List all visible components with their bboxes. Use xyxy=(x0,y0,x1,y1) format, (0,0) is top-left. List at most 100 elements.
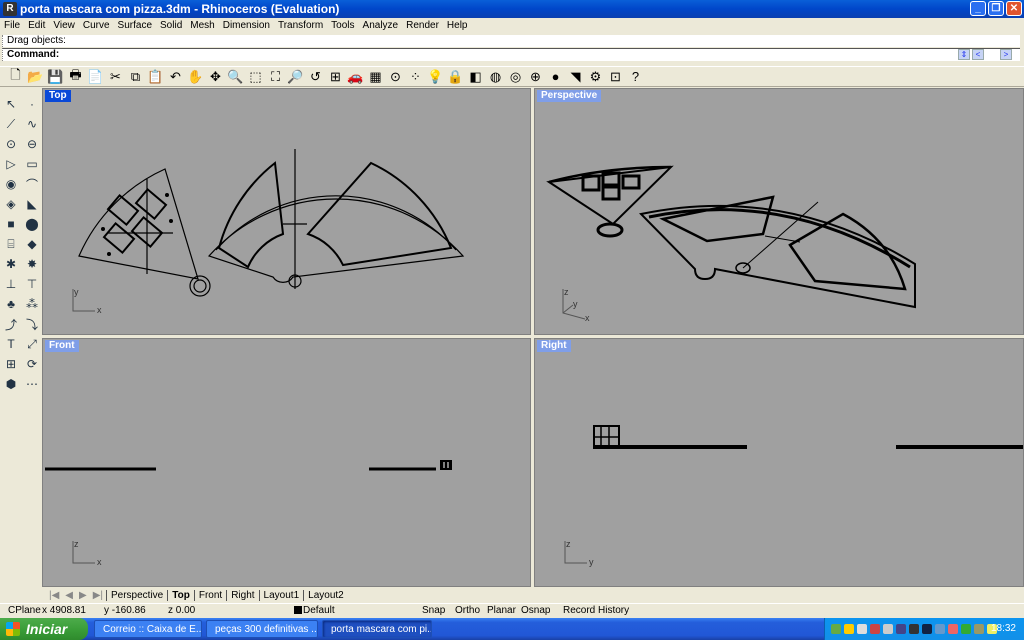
layers-icon[interactable]: ◧ xyxy=(466,67,485,86)
text-icon[interactable]: T xyxy=(1,334,21,354)
help-icon[interactable]: ? xyxy=(626,67,645,86)
solid-icon[interactable]: ⬢ xyxy=(1,374,21,394)
tab-right[interactable]: Right xyxy=(226,590,258,601)
restore-button[interactable]: ❐ xyxy=(988,1,1004,16)
tab-top[interactable]: Top xyxy=(167,590,194,601)
light-icon[interactable]: 💡 xyxy=(426,67,445,86)
tray-icon[interactable] xyxy=(935,624,945,634)
menu-dimension[interactable]: Dimension xyxy=(219,20,274,31)
save-icon[interactable]: 💾 xyxy=(46,67,65,86)
menu-analyze[interactable]: Analyze xyxy=(359,20,403,31)
tray-icon[interactable] xyxy=(831,624,841,634)
tab-front[interactable]: Front xyxy=(193,590,226,601)
taskbar-item[interactable]: Correio :: Caixa de E... xyxy=(94,620,202,638)
osnap-icon[interactable]: ⊙ xyxy=(386,67,405,86)
surface-extrude-icon[interactable]: ◣ xyxy=(22,194,42,214)
polygon-icon[interactable]: ▷ xyxy=(1,154,21,174)
tab-layout1[interactable]: Layout1 xyxy=(258,590,304,601)
array-icon[interactable]: ⊞ xyxy=(1,354,21,374)
tab-nav-button[interactable]: ▶| xyxy=(93,590,103,601)
taskbar-item-active[interactable]: porta mascara com pi... xyxy=(322,620,432,638)
command-input[interactable]: Command: xyxy=(2,48,1020,61)
undo-view-icon[interactable]: ↺ xyxy=(306,67,325,86)
burst-icon[interactable]: ✸ xyxy=(22,254,42,274)
zoom-selected-icon[interactable]: 🔎 xyxy=(286,67,305,86)
shaded-icon[interactable]: ⊕ xyxy=(526,67,545,86)
menu-mesh[interactable]: Mesh xyxy=(186,20,218,31)
tray-icon[interactable] xyxy=(974,624,984,634)
menu-edit[interactable]: Edit xyxy=(24,20,49,31)
rotate-view-icon[interactable]: ✥ xyxy=(206,67,225,86)
viewport-front[interactable]: Front zx xyxy=(42,338,531,587)
pan-icon[interactable]: ✋ xyxy=(186,67,205,86)
box-icon[interactable]: ■ xyxy=(1,214,21,234)
tray-icon[interactable] xyxy=(883,624,893,634)
scroll-right-icon[interactable]: > xyxy=(1000,49,1012,60)
cylinder-icon[interactable]: ⌸ xyxy=(1,234,21,254)
viewport-label-top[interactable]: Top xyxy=(45,90,71,102)
color-wheel-icon[interactable]: ◍ xyxy=(486,67,505,86)
menu-help[interactable]: Help xyxy=(443,20,472,31)
print-icon[interactable]: 🖶 xyxy=(66,67,85,86)
zoom-window-icon[interactable]: ⬚ xyxy=(246,67,265,86)
scroll-left-icon[interactable]: < xyxy=(972,49,984,60)
viewport-perspective[interactable]: Perspective zyx xyxy=(534,88,1024,335)
osnap-toggle[interactable]: Osnap xyxy=(521,605,550,616)
menu-render[interactable]: Render xyxy=(402,20,443,31)
explode-icon[interactable]: ✱ xyxy=(1,254,21,274)
menu-transform[interactable]: Transform xyxy=(274,20,327,31)
surface-corners-icon[interactable]: ◈ xyxy=(1,194,21,214)
tab-perspective[interactable]: Perspective xyxy=(106,590,167,601)
copy-icon[interactable]: ⧉ xyxy=(126,67,145,86)
snap-toggle[interactable]: Snap xyxy=(422,605,445,616)
zoom-extents-icon[interactable]: ⛶ xyxy=(266,67,285,86)
circle-icon[interactable]: ⊙ xyxy=(1,134,21,154)
render-sphere-icon[interactable]: ● xyxy=(546,67,565,86)
cut-icon[interactable]: ✂ xyxy=(106,67,125,86)
viewport-label-front[interactable]: Front xyxy=(45,340,79,352)
fillet-icon[interactable]: ⌒ xyxy=(22,174,42,194)
printer-icon[interactable] xyxy=(857,624,867,634)
clock[interactable]: 18:32 xyxy=(991,623,1016,634)
viewport-right[interactable]: Right zy xyxy=(534,338,1024,587)
polyline-icon[interactable]: ⟋ xyxy=(1,114,21,134)
tab-nav-button[interactable]: ◀ xyxy=(65,590,73,601)
circle-center-icon[interactable]: ◉ xyxy=(1,174,21,194)
menu-view[interactable]: View xyxy=(49,20,79,31)
viewport-label-right[interactable]: Right xyxy=(537,340,571,352)
wireframe-icon[interactable]: ◎ xyxy=(506,67,525,86)
options-icon[interactable]: ⚙ xyxy=(586,67,605,86)
viewport-label-perspective[interactable]: Perspective xyxy=(537,90,602,102)
offset-icon[interactable]: ⤵ xyxy=(22,314,42,334)
import-icon[interactable]: 📄 xyxy=(86,67,105,86)
tray-icon[interactable] xyxy=(961,624,971,634)
new-icon[interactable]: 🗋 xyxy=(6,67,25,86)
menu-file[interactable]: File xyxy=(0,20,24,31)
menu-tools[interactable]: Tools xyxy=(327,20,358,31)
tab-nav-button[interactable]: ▶ xyxy=(79,590,87,601)
record-history-toggle[interactable]: Record History xyxy=(563,605,629,616)
scale-icon[interactable]: ⤢ xyxy=(22,334,42,354)
lock-icon[interactable]: 🔒 xyxy=(446,67,465,86)
close-button[interactable]: ✕ xyxy=(1006,1,1022,16)
start-button[interactable]: Iniciar xyxy=(0,618,88,640)
points-icon[interactable]: ⁘ xyxy=(406,67,425,86)
shield-icon[interactable] xyxy=(844,624,854,634)
curve-icon[interactable]: ∿ xyxy=(22,114,42,134)
network-icon[interactable] xyxy=(896,624,906,634)
tab-layout2[interactable]: Layout2 xyxy=(303,590,348,601)
open-icon[interactable]: 📂 xyxy=(26,67,45,86)
ellipse-icon[interactable]: ⊖ xyxy=(22,134,42,154)
tray-icon[interactable] xyxy=(922,624,932,634)
car-icon[interactable]: 🚗 xyxy=(346,67,365,86)
menu-solid[interactable]: Solid xyxy=(156,20,186,31)
mesh-icon[interactable]: ◆ xyxy=(22,234,42,254)
tray-icon[interactable] xyxy=(948,624,958,634)
select-icon[interactable]: ↖ xyxy=(1,94,21,114)
rectangle-icon[interactable]: ▭ xyxy=(22,154,42,174)
layer-name[interactable]: Default xyxy=(303,605,335,616)
rotate-icon[interactable]: ⟳ xyxy=(22,354,42,374)
menu-surface[interactable]: Surface xyxy=(114,20,156,31)
four-viewports-icon[interactable]: ⊞ xyxy=(326,67,345,86)
history-scroll-icon[interactable]: ⇕ xyxy=(958,49,970,60)
